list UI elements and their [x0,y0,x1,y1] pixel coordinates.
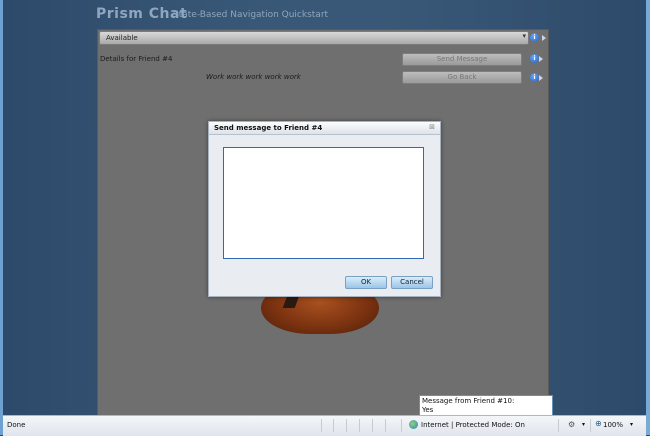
expand-arrow-icon[interactable] [539,56,543,62]
go-back-button[interactable]: Go Back [402,71,522,84]
ok-button[interactable]: OK [345,276,387,289]
expand-arrow-icon[interactable] [539,75,543,81]
message-notification[interactable]: Message from Friend #10: Yes [419,395,553,416]
send-message-button[interactable]: Send Message [402,53,522,66]
divider [385,419,386,432]
message-input[interactable] [223,147,424,259]
info-icon[interactable]: i [530,73,539,82]
notification-message: Yes [422,406,434,414]
security-zone-text[interactable]: Internet | Protected Mode: On [421,421,525,429]
info-icon[interactable]: i [530,33,539,42]
window-right-border [646,0,650,435]
zoom-level[interactable]: 100% [603,421,623,429]
close-icon[interactable]: ⊠ [429,123,435,131]
app-subtitle: State-Based Navigation Quickstart [173,10,329,20]
dialog-title: Send message to Friend #4 [214,124,323,132]
dialog-titlebar[interactable]: Send message to Friend #4 ⊠ [209,122,440,135]
send-message-dialog: Send message to Friend #4 ⊠ OK Cancel [208,121,441,297]
details-label: Details for Friend #4 [100,55,173,63]
chevron-down-icon: ▾ [522,32,526,40]
divider [346,419,347,432]
status-dropdown-value: Available [106,34,138,42]
globe-icon [409,420,418,429]
expand-arrow-icon[interactable] [542,35,546,41]
cancel-button[interactable]: Cancel [391,276,433,289]
add-ons-icon[interactable]: ⚙ [568,420,575,429]
status-text: Done [7,421,26,429]
divider [333,419,334,432]
browser-status-bar: Done Internet | Protected Mode: On ⚙ ▾ ⊕… [3,415,646,436]
divider [321,419,322,432]
divider [558,419,559,432]
zoom-icon[interactable]: ⊕ [595,419,602,428]
divider [359,419,360,432]
chevron-down-icon[interactable]: ▾ [630,421,633,428]
chevron-down-icon[interactable]: ▾ [582,421,585,428]
status-dropdown[interactable]: Available ▾ [99,31,529,45]
notification-sender: Message from Friend #10: [422,397,515,405]
info-icon[interactable]: i [530,54,539,63]
friend-status-message: Work work work work work [206,73,301,81]
divider [401,419,402,432]
divider [372,419,373,432]
divider [590,419,591,432]
